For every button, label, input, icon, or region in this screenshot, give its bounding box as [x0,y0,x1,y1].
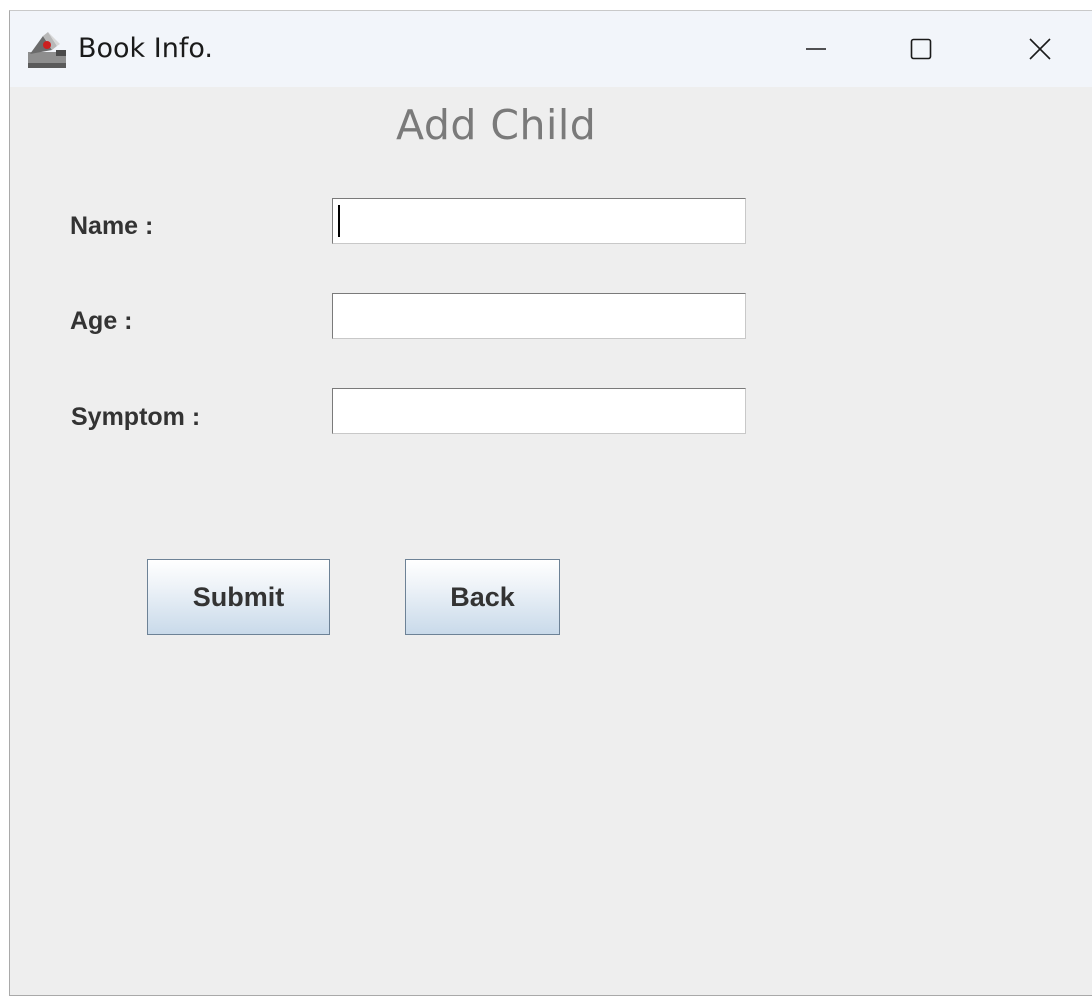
text-caret [338,205,340,237]
close-icon [1029,38,1051,60]
name-input[interactable] [332,198,746,244]
symptom-input[interactable] [332,388,746,434]
age-input[interactable] [332,293,746,339]
title-bar[interactable]: Book Info. [10,11,1092,87]
close-button[interactable] [985,11,1092,87]
minimize-button[interactable] [761,11,871,87]
symptom-label: Symptom : [71,403,201,431]
back-button[interactable]: Back [405,559,560,635]
java-app-icon [28,32,66,68]
submit-button[interactable]: Submit [147,559,330,635]
app-window: Book Info. Add Child Name : Age : Sympto… [9,10,1092,996]
window-title: Book Info. [78,33,213,64]
maximize-button[interactable] [866,11,976,87]
age-label: Age : [70,307,133,335]
minimize-icon [806,48,826,50]
name-label: Name : [70,212,154,240]
form-heading: Add Child [396,101,597,149]
maximize-icon [910,38,932,60]
